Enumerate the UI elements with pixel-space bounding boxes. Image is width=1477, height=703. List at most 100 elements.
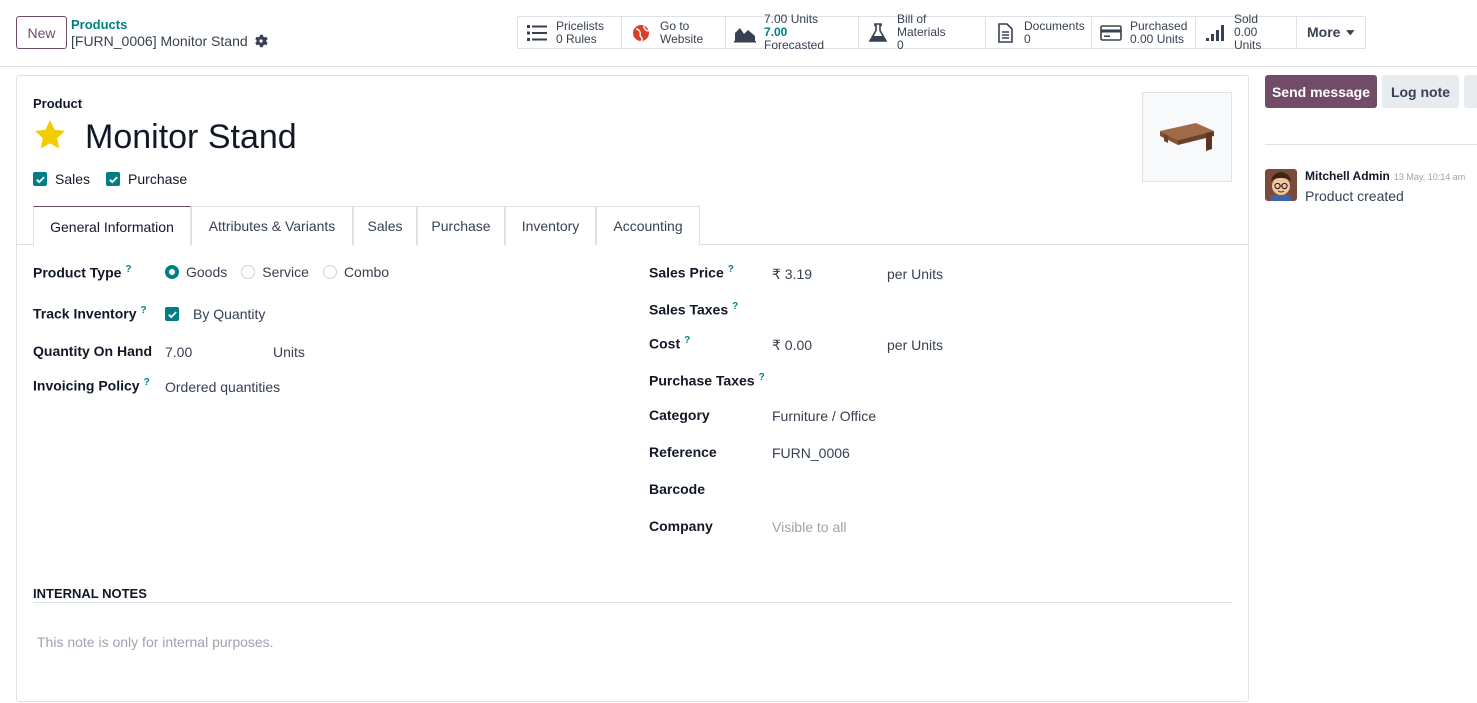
pricelists-button[interactable]: Pricelists 0 Rules (518, 17, 622, 48)
more-label: More (1307, 24, 1341, 40)
checkbox-checked-icon (165, 307, 179, 321)
list-icon (526, 23, 548, 43)
divider (1265, 144, 1477, 145)
help-tooltip-icon[interactable]: ? (732, 301, 738, 312)
tab-attributes-variants[interactable]: Attributes & Variants (191, 206, 353, 245)
sales-checkbox[interactable]: Sales (33, 171, 90, 187)
purchased-button[interactable]: Purchased 0.00 Units (1092, 17, 1196, 48)
sales-price-input[interactable]: ₹ 3.19 (772, 266, 812, 283)
area-chart-icon (734, 23, 756, 43)
breadcrumb: Products [FURN_0006] Monitor Stand (71, 17, 268, 50)
form-tabs: General Information Attributes & Variant… (17, 206, 1248, 246)
quantity-uom: Units (273, 344, 305, 360)
tab-sales[interactable]: Sales (353, 206, 417, 245)
documents-count: 0 (1024, 31, 1031, 46)
credit-card-icon (1100, 23, 1122, 43)
track-inventory-label: Track Inventory? (33, 305, 147, 322)
documents-button[interactable]: Documents 0 (986, 17, 1092, 48)
internal-notes-heading: INTERNAL NOTES (33, 586, 147, 601)
breadcrumb-current: [FURN_0006] Monitor Stand (71, 32, 268, 50)
sales-taxes-input[interactable] (772, 302, 1172, 320)
purchase-checkbox[interactable]: Purchase (106, 171, 187, 187)
help-tooltip-icon[interactable]: ? (759, 372, 765, 383)
form-sheet: Product Monitor Stand Sales Purchase Gen… (16, 75, 1249, 702)
breadcrumb-current-label: [FURN_0006] Monitor Stand (71, 33, 248, 49)
sales-price-uom: per Units (887, 266, 944, 282)
pricelists-count: 0 Rules (556, 31, 597, 46)
internal-notes-textarea[interactable]: This note is only for internal purposes. (37, 634, 274, 650)
tab-general-information[interactable]: General Information (33, 206, 191, 246)
forecast-label: Forecasted (764, 38, 825, 52)
sales-purchase-checkboxes: Sales Purchase (33, 171, 187, 187)
sold-value: 0.00 Units (1234, 25, 1262, 52)
checkbox-checked-icon (33, 172, 47, 186)
sales-checkbox-label: Sales (55, 171, 91, 187)
tab-accounting[interactable]: Accounting (596, 206, 700, 245)
globe-icon (630, 23, 652, 43)
radio-combo[interactable]: Combo (322, 264, 389, 280)
help-tooltip-icon[interactable]: ? (144, 377, 150, 388)
help-tooltip-icon[interactable]: ? (684, 335, 690, 346)
breadcrumb-products-link[interactable]: Products (71, 17, 268, 32)
purchase-taxes-input[interactable] (772, 373, 1172, 391)
log-note-button[interactable]: Log note (1382, 75, 1459, 108)
smart-buttons: Pricelists 0 Rules Go to Website 7.00 Unit… (517, 13, 1366, 52)
send-message-button[interactable]: Send message (1265, 75, 1377, 108)
company-select[interactable]: Visible to all (772, 519, 846, 535)
sales-taxes-label: Sales Taxes? (649, 301, 739, 318)
category-select[interactable]: Furniture / Office (772, 408, 876, 424)
reference-input[interactable]: FURN_0006 (772, 445, 850, 461)
signal-bars-icon (1204, 23, 1226, 43)
help-tooltip-icon[interactable]: ? (125, 264, 131, 275)
product-label: Product (33, 96, 83, 111)
forecast-button[interactable]: 7.00 Units 7.00 Forecasted (726, 13, 859, 52)
quantity-on-hand-value[interactable]: 7.00 (165, 344, 192, 360)
invoicing-policy-select[interactable]: Ordered quantities (165, 379, 280, 395)
tab-inventory[interactable]: Inventory (505, 206, 596, 245)
product-image[interactable] (1142, 92, 1232, 182)
new-button[interactable]: New (16, 16, 67, 49)
radio-service-label: Service (262, 264, 309, 280)
message-author: Mitchell Admin 13 May, 10:14 am (1305, 169, 1465, 183)
track-by-quantity-label: By Quantity (193, 306, 266, 322)
bom-label: Bill of Materials (897, 12, 946, 39)
barcode-label: Barcode (649, 481, 706, 497)
radio-service[interactable]: Service (241, 264, 309, 280)
invoicing-policy-label: Invoicing Policy? (33, 377, 150, 394)
divider (33, 602, 1232, 603)
documents-label: Documents (1024, 18, 1085, 33)
gear-icon[interactable] (254, 34, 268, 48)
activity-button[interactable] (1464, 75, 1477, 108)
product-name-field[interactable]: Monitor Stand (85, 116, 297, 158)
reference-label: Reference (649, 444, 717, 460)
bill-of-materials-button[interactable]: Bill of Materials 0 (859, 13, 986, 52)
purchased-value: 0.00 Units (1130, 31, 1185, 46)
more-button[interactable]: More (1297, 17, 1365, 48)
monitor-stand-image (1160, 123, 1214, 151)
sold-button[interactable]: Sold 0.00 Units (1196, 13, 1297, 52)
tab-purchase[interactable]: Purchase (417, 206, 505, 245)
company-label: Company (649, 518, 713, 534)
message-body: Product created (1305, 188, 1404, 204)
track-inventory-checkbox[interactable]: By Quantity (165, 306, 265, 322)
author-name: Mitchell Admin (1305, 169, 1390, 183)
radio-goods[interactable]: Goods (165, 264, 227, 280)
cost-input[interactable]: ₹ 0.00 (772, 337, 812, 354)
avatar[interactable] (1265, 169, 1297, 201)
purchase-checkbox-label: Purchase (128, 171, 188, 187)
product-type-radio-group: Goods Service Combo (165, 264, 389, 280)
favorite-star-icon[interactable] (33, 118, 67, 152)
help-tooltip-icon[interactable]: ? (728, 264, 734, 275)
barcode-input[interactable] (772, 482, 1172, 500)
sales-price-label: Sales Price? (649, 264, 734, 281)
help-tooltip-icon[interactable]: ? (141, 305, 147, 316)
go-to-website-button[interactable]: Go to Website (622, 17, 726, 48)
cost-uom: per Units (887, 337, 944, 353)
website-line1: Go to (660, 18, 690, 33)
category-label: Category (649, 407, 710, 423)
radio-empty-icon (322, 265, 337, 279)
purchased-label: Purchased (1130, 18, 1188, 33)
radio-selected-icon (165, 265, 179, 279)
control-panel: New Products [FURN_0006] Monitor Stand P… (0, 0, 1477, 67)
message-date: 13 May, 10:14 am (1393, 172, 1466, 182)
